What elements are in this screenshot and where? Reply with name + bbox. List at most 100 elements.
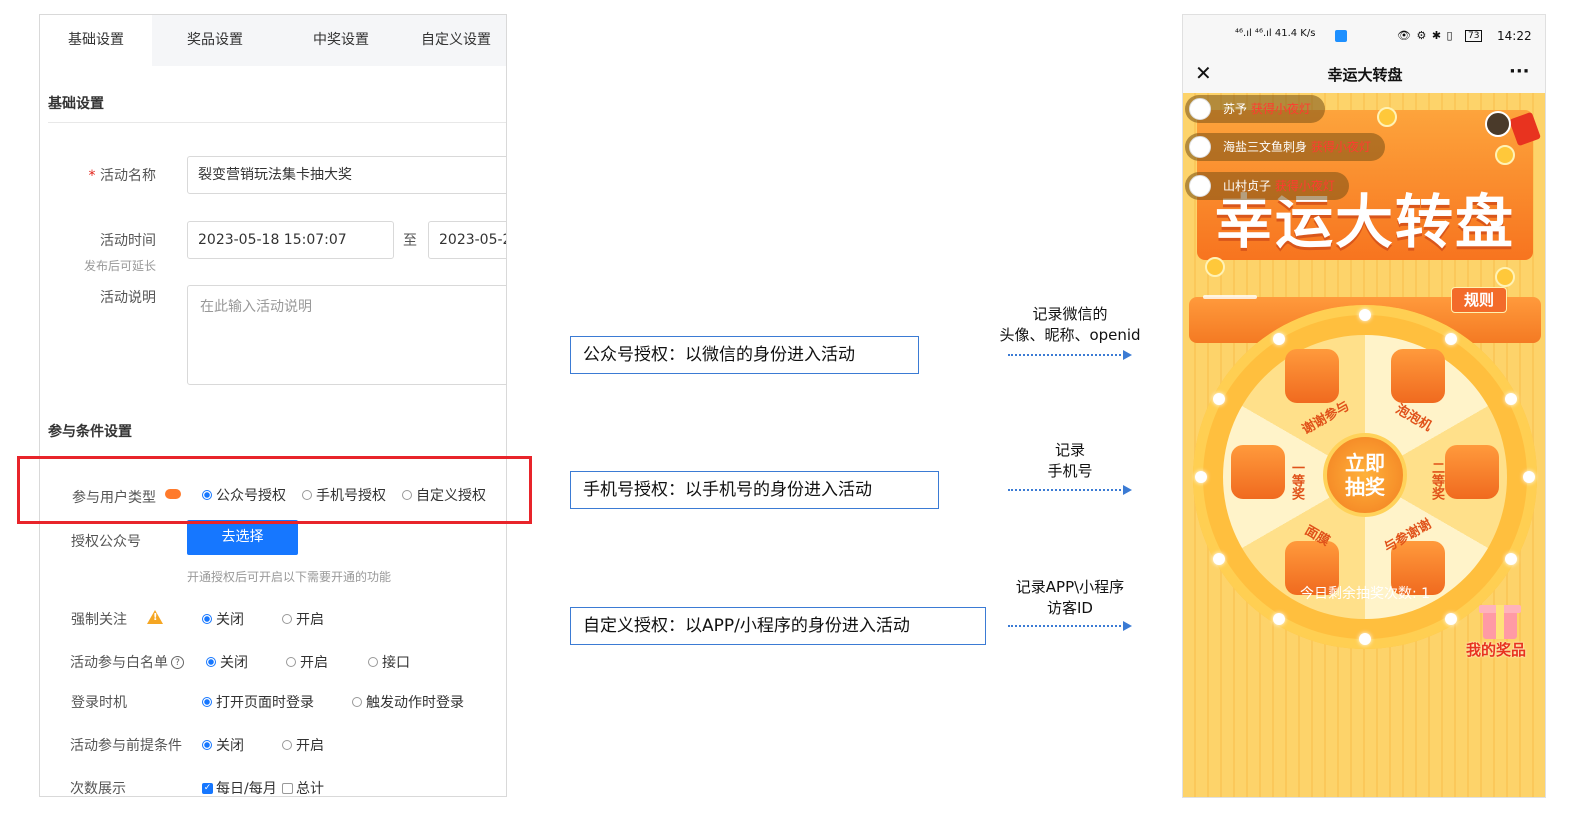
precondition-off[interactable]: 关闭	[202, 735, 244, 755]
avatar	[1189, 98, 1211, 120]
question-icon[interactable]: ?	[171, 655, 184, 669]
music-icon[interactable]	[1485, 111, 1511, 137]
start-time-input[interactable]: 2023-05-18 15:07:07	[187, 221, 394, 259]
select-account-button[interactable]: 去选择	[187, 520, 298, 555]
login-time-label: 登录时机	[71, 695, 127, 711]
end-time-input[interactable]: 2023-05-2	[428, 221, 506, 259]
bulb-icon	[1445, 613, 1457, 625]
annotation-custom: 自定义授权：以APP/小程序的身份进入活动	[570, 607, 986, 645]
gift-ribbon	[1496, 605, 1504, 639]
auth-account-label: 授权公众号	[71, 534, 141, 550]
count-daily-monthly-checkbox[interactable]: ✓ 每日/每月	[202, 778, 277, 797]
checkbox-label: 总计	[296, 781, 324, 797]
arrow-icon	[1008, 350, 1132, 360]
force-follow-off[interactable]: 关闭	[202, 609, 244, 629]
activity-desc-label: 活动说明	[100, 290, 156, 306]
tab-prizes[interactable]: 奖品设置	[152, 15, 278, 66]
whitelist-off[interactable]: 关闭	[206, 652, 248, 672]
radio-label: 开启	[296, 738, 324, 754]
time-separator: 至	[403, 233, 417, 249]
count-total-checkbox[interactable]: 总计	[282, 778, 324, 797]
login-on-open[interactable]: 打开页面时登录	[202, 692, 314, 712]
radio-dot-icon	[282, 614, 292, 624]
avatar	[1189, 175, 1211, 197]
radio-dot-icon	[352, 697, 362, 707]
divider	[48, 122, 506, 123]
note-line: 记录微信的	[1032, 305, 1108, 323]
login-on-action[interactable]: 触发动作时登录	[352, 692, 464, 712]
draw-button-line: 立即	[1345, 451, 1385, 475]
note-line: 访客ID	[1047, 599, 1093, 617]
activity-time-label: 活动时间	[100, 233, 156, 249]
section-title-basic: 基础设置	[48, 96, 104, 112]
winner-ticker: 海盐三文鱼刺身 获得小夜灯	[1185, 133, 1385, 161]
bulb-icon	[1505, 393, 1517, 405]
coin-icon	[1205, 257, 1225, 277]
tab-winning[interactable]: 中奖设置	[278, 15, 404, 66]
arrow-icon	[1008, 621, 1132, 631]
my-prizes-button[interactable]: 我的奖品	[1466, 639, 1526, 660]
winner-ticker: 山村贞子 获得小夜灯	[1185, 172, 1349, 200]
tab-basic[interactable]: 基础设置	[40, 15, 152, 66]
warning-icon: !	[147, 610, 163, 624]
force-follow-on[interactable]: 开启	[282, 609, 324, 629]
radio-label: 触发动作时登录	[366, 695, 464, 711]
activity-settings-panel: 基础设置 奖品设置 中奖设置 自定义设置 基础设置 * 活动名称 裂变营销玩法集…	[39, 14, 507, 797]
activity-name-input[interactable]: 裂变营销玩法集卡抽大奖	[187, 156, 506, 194]
winner-action: 获得小夜灯	[1310, 140, 1371, 154]
more-icon[interactable]: ···	[1509, 61, 1530, 82]
winner-name: 海盐三文鱼刺身	[1223, 140, 1308, 154]
winner-name: 山村贞子	[1223, 179, 1272, 193]
radio-label: 打开页面时登录	[216, 695, 314, 711]
nav-title: 幸运大转盘	[1327, 66, 1403, 84]
smile-icon	[1285, 349, 1339, 403]
radio-label: 关闭	[216, 612, 244, 628]
bulb-icon	[1505, 553, 1517, 565]
bulb-icon	[1195, 471, 1207, 483]
settings-tabbar: 基础设置 奖品设置 中奖设置 自定义设置	[40, 15, 506, 66]
annotation-official-account: 公众号授权：以微信的身份进入活动	[570, 336, 919, 374]
gift-box-icon[interactable]	[1475, 599, 1523, 639]
radio-dot-icon	[202, 740, 212, 750]
tab-custom[interactable]: 自定义设置	[404, 15, 506, 66]
winner-ticker: 苏予 获得小夜灯	[1185, 95, 1325, 123]
radio-dot-icon	[286, 657, 296, 667]
clock: 14:22	[1497, 29, 1532, 43]
precondition-on[interactable]: 开启	[282, 735, 324, 755]
winner-action: 获得小夜灯	[1274, 179, 1335, 193]
note-line: 记录APP\小程序	[1015, 578, 1125, 596]
activity-desc-textarea[interactable]: 在此输入活动说明	[187, 285, 506, 385]
draw-button[interactable]: 立即 抽奖	[1323, 433, 1407, 517]
coin-icon	[1377, 107, 1397, 127]
checkbox-icon	[282, 782, 293, 794]
whitelist-label-text: 活动参与白名单	[70, 655, 168, 671]
radio-dot-icon	[202, 614, 212, 624]
bulb-icon	[1359, 309, 1371, 321]
checkbox-checked-icon: ✓	[202, 782, 213, 794]
highlight-box	[17, 456, 532, 524]
whitelist-api[interactable]: 接口	[368, 652, 410, 672]
gift-icon	[1391, 349, 1445, 403]
section-title-conditions: 参与条件设置	[48, 424, 132, 440]
force-follow-label: 强制关注	[71, 612, 127, 628]
rules-button[interactable]: 规则	[1451, 287, 1507, 313]
auth-hint: 开通授权后可开启以下需要开通的功能	[187, 570, 392, 584]
activity-name-label-text: 活动名称	[100, 168, 156, 184]
avatar	[1189, 136, 1211, 158]
arrow-icon	[1008, 485, 1132, 495]
checkbox-label: 每日/每月	[216, 781, 277, 797]
winner-action: 获得小夜灯	[1250, 102, 1311, 116]
whitelist-label: 活动参与白名单?	[70, 652, 184, 672]
radio-label: 开启	[300, 655, 328, 671]
radio-dot-icon	[202, 697, 212, 707]
annotation-phone: 手机号授权：以手机号的身份进入活动	[570, 471, 939, 509]
note-app: 记录APP\小程序 访客ID	[990, 577, 1150, 619]
prize-label: 二等奖	[1429, 461, 1444, 500]
precondition-label: 活动参与前提条件	[70, 738, 182, 754]
bulb-icon	[1445, 333, 1457, 345]
coin-icon	[1495, 267, 1515, 287]
radio-label: 关闭	[216, 738, 244, 754]
coin-prize-icon	[1231, 445, 1285, 499]
activity-time-hint: 发布后可延长	[83, 259, 156, 273]
whitelist-on[interactable]: 开启	[286, 652, 328, 672]
